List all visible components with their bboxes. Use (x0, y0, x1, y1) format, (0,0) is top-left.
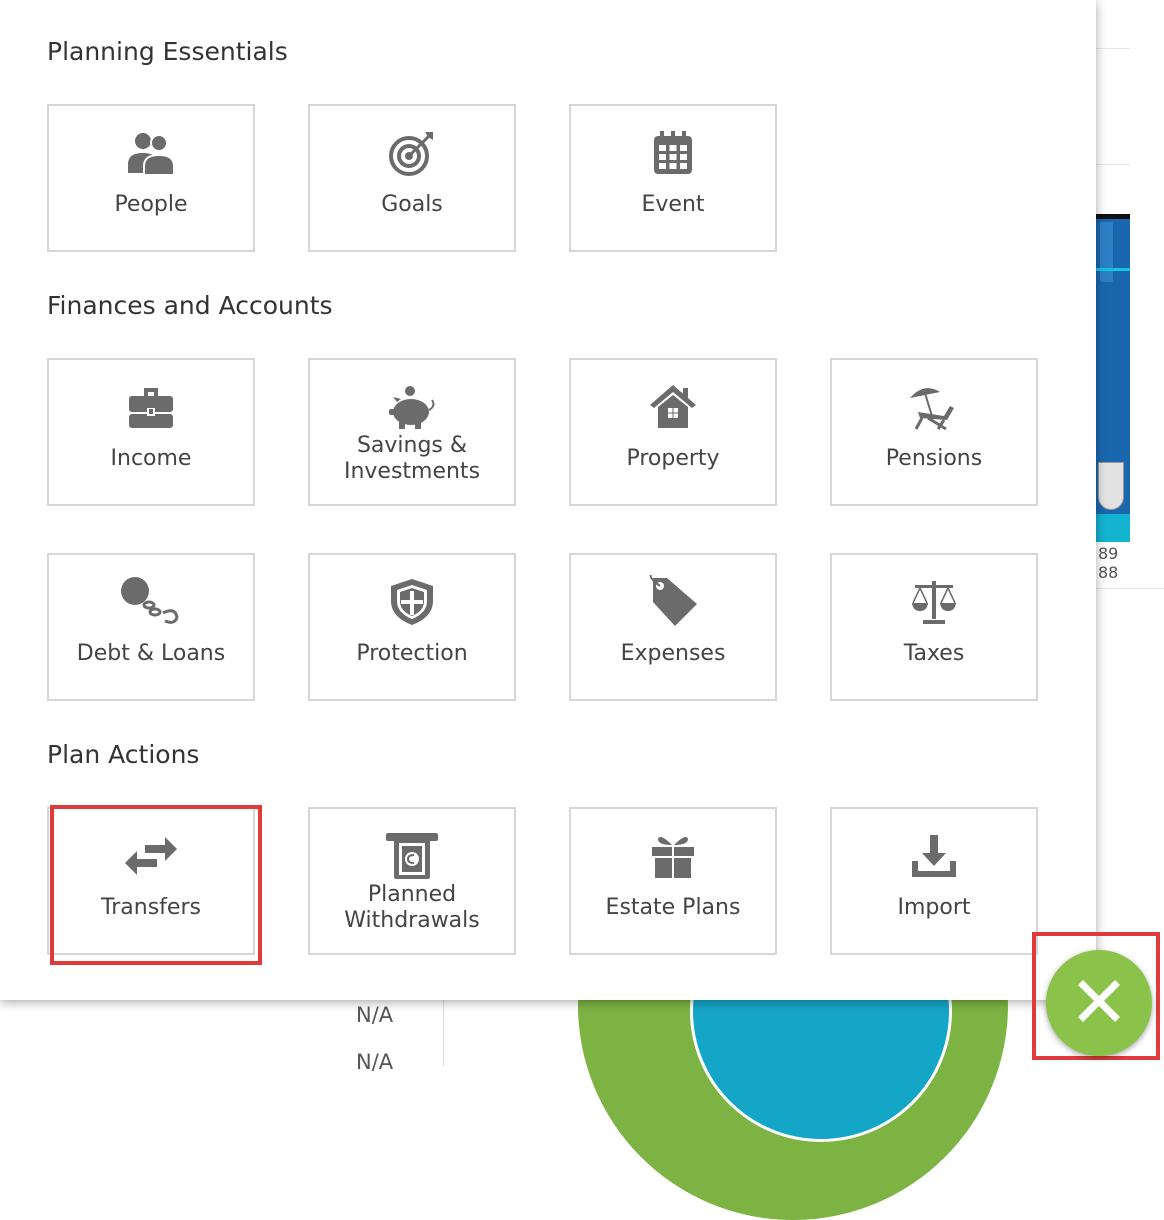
tile-income[interactable]: Income (47, 358, 255, 506)
gift-icon (648, 831, 698, 881)
tile-label: Goals (381, 192, 443, 217)
tile-taxes[interactable]: Taxes (830, 553, 1038, 701)
background-divider (1096, 164, 1130, 165)
calendar-icon (648, 128, 698, 178)
tile-event[interactable]: Event (569, 104, 777, 252)
background-chart-bar-base (1096, 514, 1130, 542)
tile-label: Income (110, 446, 192, 471)
beach-chair-icon (904, 382, 964, 432)
tile-people[interactable]: People (47, 104, 255, 252)
tile-label: Taxes (903, 641, 965, 666)
tile-savings-investments[interactable]: Savings & Investments (308, 358, 516, 506)
background-table-divider (443, 1000, 444, 1066)
transfer-arrows-icon (123, 831, 179, 881)
scales-icon (909, 577, 959, 627)
tile-debt-loans[interactable]: Debt & Loans (47, 553, 255, 701)
tile-import[interactable]: Import (830, 807, 1038, 955)
tile-label: Expenses (620, 641, 726, 666)
close-icon (1077, 979, 1121, 1027)
target-icon (387, 128, 437, 178)
background-chart-bar-highlight (1100, 222, 1113, 282)
tile-transfers[interactable]: Transfers (47, 807, 255, 955)
tile-protection[interactable]: Protection (308, 553, 516, 701)
tile-label: Property (626, 446, 720, 471)
tile-planned-withdrawals[interactable]: Planned Withdrawals (308, 807, 516, 955)
section-title-planning-essentials: Planning Essentials (47, 37, 288, 66)
price-tag-icon (645, 574, 701, 627)
background-chart-line (1096, 268, 1130, 271)
house-icon (648, 382, 698, 432)
tile-expenses[interactable]: Expenses (569, 553, 777, 701)
tile-estate-plans[interactable]: Estate Plans (569, 807, 777, 955)
shield-icon (387, 577, 437, 627)
background-chart-label: 89 (1098, 544, 1119, 563)
tile-label: Savings & Investments (343, 433, 481, 484)
tile-label: Import (897, 895, 971, 920)
tile-label: Transfers (101, 895, 201, 920)
background-divider (1096, 588, 1164, 589)
section-title-plan-actions: Plan Actions (47, 740, 200, 769)
ball-and-chain-icon (119, 577, 183, 627)
tile-label: Estate Plans (605, 895, 741, 920)
tile-label: Event (641, 192, 705, 217)
tile-label: Protection (356, 641, 468, 666)
atm-withdrawal-icon (384, 831, 440, 881)
tile-pensions[interactable]: Pensions (830, 358, 1038, 506)
tile-label: Pensions (885, 446, 983, 471)
section-title-finances-and-accounts: Finances and Accounts (47, 291, 333, 320)
download-icon (909, 831, 959, 881)
briefcase-icon (126, 382, 176, 432)
tile-label: Planned Withdrawals (344, 882, 480, 933)
background-table-value: N/A (356, 1050, 394, 1074)
background-chart-marker (1098, 462, 1124, 510)
tile-goals[interactable]: Goals (308, 104, 516, 252)
people-icon (126, 128, 176, 178)
background-divider (1096, 48, 1130, 49)
tile-label: Debt & Loans (76, 641, 226, 666)
background-chart-label: 88 (1098, 563, 1119, 582)
background-table-value: N/A (356, 1003, 394, 1027)
piggy-bank-icon (387, 382, 437, 432)
add-item-menu-panel: Planning Essentials People Goals Event F… (0, 0, 1096, 1000)
tile-label: People (114, 192, 188, 217)
close-button[interactable] (1046, 950, 1152, 1056)
tile-property[interactable]: Property (569, 358, 777, 506)
